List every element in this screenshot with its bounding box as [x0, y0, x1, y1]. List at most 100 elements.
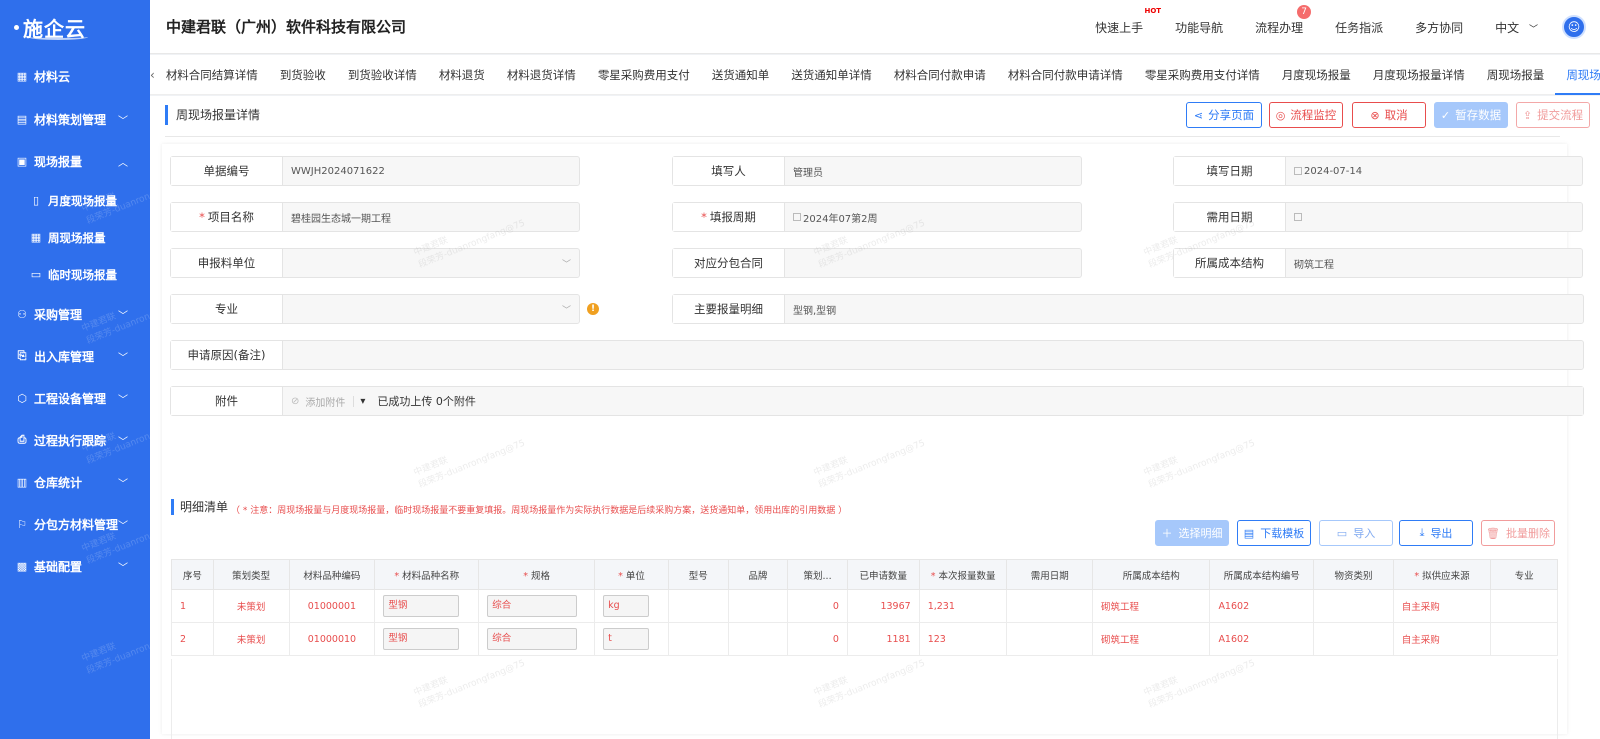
- sidebar-item-site-report[interactable]: ▣ 现场报量 ︿: [0, 140, 150, 182]
- unit-input[interactable]: t: [603, 628, 650, 650]
- sidebar-item-subcontract[interactable]: ⚐ 分包方材料管理 ﹀: [0, 503, 150, 545]
- tab[interactable]: 月度现场报量详情: [1362, 55, 1476, 95]
- cell-date[interactable]: [1006, 589, 1094, 623]
- table-row[interactable]: 2 未策划 01000010 型钢 综合 t 0 1181 123 砌筑工程 A…: [171, 622, 1558, 656]
- period-value: 2024年07第2周: [785, 203, 1081, 231]
- tab[interactable]: 材料退货: [428, 55, 496, 95]
- logo[interactable]: 施企云: [0, 0, 150, 54]
- tab[interactable]: 送货通知单详情: [780, 55, 883, 95]
- sidebar-item-label: 采购管理: [34, 307, 83, 322]
- tab[interactable]: 材料合同付款申请: [883, 55, 997, 95]
- save-draft-button[interactable]: ✓ 暂存数据: [1434, 102, 1508, 128]
- task-link[interactable]: 任务指派: [1335, 19, 1383, 36]
- batch-delete-button[interactable]: 🗑 批量删除: [1481, 520, 1555, 546]
- unit-input[interactable]: kg: [603, 595, 650, 617]
- chevron-down-icon: ﹀: [118, 116, 128, 127]
- sidebar-item-label: 基础配置: [34, 559, 83, 574]
- select-detail-button[interactable]: ＋ 选择明细: [1155, 520, 1229, 546]
- sidebar-item-purchase[interactable]: ⚇ 采购管理 ﹀: [0, 293, 150, 335]
- cell-unit: kg: [594, 589, 669, 623]
- attachment-dropdown-icon[interactable]: ▾: [353, 395, 365, 407]
- import-button[interactable]: ▭ 导入: [1319, 520, 1393, 546]
- cell-plan: 0: [787, 622, 848, 656]
- add-attachment-button[interactable]: 添加附件: [305, 394, 345, 409]
- logo-dot: [14, 24, 19, 30]
- tab-active[interactable]: 周现场报量详情: [1555, 55, 1600, 95]
- sidebar-item-monthly-report[interactable]: ▯ 月度现场报量: [0, 182, 150, 219]
- tab[interactable]: 到货验收: [269, 55, 337, 95]
- download-template-button[interactable]: ▤ 下载模板: [1237, 520, 1311, 546]
- sidebar-item-warehouse[interactable]: ⎘ 出入库管理 ﹀: [0, 335, 150, 377]
- collab-link[interactable]: 多方协同: [1415, 19, 1463, 36]
- export-label: 导出: [1430, 527, 1453, 540]
- sidebar-item-config[interactable]: ▩ 基础配置 ﹀: [0, 545, 150, 587]
- contract-value[interactable]: [785, 249, 1081, 277]
- purchase-icon: ⚇: [17, 307, 27, 321]
- chevron-down-icon: ﹀: [118, 479, 128, 490]
- batch-delete-label: 批量删除: [1505, 527, 1550, 540]
- chevron-down-icon: ﹀: [1528, 24, 1538, 35]
- sidebar-item-label: 过程执行跟踪: [34, 433, 107, 448]
- flow-link[interactable]: 流程办理 7: [1255, 4, 1312, 36]
- export-button[interactable]: ⤓ 导出: [1399, 520, 1473, 546]
- cell-major: [1490, 589, 1558, 623]
- filler-field: 填写人 管理员: [672, 156, 1082, 186]
- cancel-button[interactable]: ⊗ 取消: [1352, 102, 1426, 128]
- spec-input[interactable]: 综合: [487, 628, 578, 650]
- share-button[interactable]: ⋖ 分享页面: [1186, 102, 1262, 128]
- tab-bar: ‹ 材料合同结算详情 到货验收 到货验收详情 材料退货 材料退货详情 零星采购费…: [150, 55, 1600, 95]
- sidebar-item-stats[interactable]: ▥ 仓库统计 ﹀: [0, 461, 150, 503]
- tab[interactable]: 材料合同付款申请详情: [997, 55, 1134, 95]
- sidebar-item-material-plan[interactable]: ▤ 材料策划管理 ﹀: [0, 98, 150, 140]
- reason-textarea[interactable]: [283, 341, 1583, 369]
- tab[interactable]: 零星采购费用支付详情: [1134, 55, 1271, 95]
- cell-qty[interactable]: 1,231: [918, 589, 1008, 623]
- sidebar-item-equipment[interactable]: ⬡ 工程设备管理 ﹀: [0, 377, 150, 419]
- doc-no-field: 单据编号 WWJH2024071622: [170, 156, 580, 186]
- sidebar: 施企云 ▦ 材料云 ▤ 材料策划管理 ﹀ ▣ 现场报量 ︿ ▯ 月度现场报量 ▦…: [0, 0, 195, 739]
- select-label: 选择明细: [1178, 527, 1223, 540]
- sidebar-item-label: 材料云: [34, 69, 71, 84]
- cell-date[interactable]: [1006, 622, 1094, 656]
- name-input[interactable]: 型钢: [383, 628, 460, 650]
- warning-icon[interactable]: !: [587, 303, 599, 315]
- temp-icon: ▭: [30, 268, 42, 281]
- tab[interactable]: 到货验收详情: [337, 55, 428, 95]
- name-input[interactable]: 型钢: [383, 595, 460, 617]
- unit-select[interactable]: ﹀: [283, 249, 579, 277]
- sidebar-item-label: 分包方材料管理: [34, 517, 119, 532]
- need-date-value[interactable]: [1286, 203, 1582, 231]
- sidebar-nav: ▦ 材料云 ▤ 材料策划管理 ﹀ ▣ 现场报量 ︿ ▯ 月度现场报量 ▦ 周现场…: [0, 54, 150, 587]
- tab[interactable]: 月度现场报量: [1271, 55, 1362, 95]
- hot-badge: HOT: [1144, 6, 1162, 15]
- major-select[interactable]: ﹀: [283, 295, 579, 323]
- function-nav-link[interactable]: 功能导航: [1175, 19, 1223, 36]
- monitor-button[interactable]: ◎ 流程监控: [1269, 102, 1343, 128]
- sidebar-item-material-cloud[interactable]: ▦ 材料云: [0, 54, 150, 98]
- tab[interactable]: 材料合同结算详情: [155, 55, 269, 95]
- tab[interactable]: 周现场报量: [1476, 55, 1556, 95]
- plus-icon: ＋: [1161, 527, 1173, 540]
- watermark: 中建君联 段荣芳-duanrongfang@75: [812, 438, 927, 491]
- tab[interactable]: 材料退货详情: [496, 55, 587, 95]
- quick-start-link[interactable]: 快速上手 HOT: [1095, 7, 1161, 36]
- field-label: 对应分包合同: [673, 249, 785, 277]
- submit-flow-button[interactable]: ⇪ 提交流程: [1516, 102, 1590, 128]
- sidebar-item-label: 仓库统计: [34, 475, 83, 490]
- chevron-down-icon: ﹀: [118, 521, 128, 532]
- trash-icon: 🗑: [1486, 526, 1500, 540]
- table-row[interactable]: 1 未策划 01000001 型钢 综合 kg 0 13967 1,231 砌筑…: [171, 589, 1558, 623]
- sidebar-item-tracking[interactable]: ⎙ 过程执行跟踪 ﹀: [0, 419, 150, 461]
- cell-code: 01000010: [288, 622, 376, 656]
- avatar[interactable]: ☺: [1562, 15, 1586, 39]
- sidebar-item-weekly-report[interactable]: ▦ 周现场报量: [0, 219, 150, 256]
- language-select[interactable]: 中文 ﹀: [1495, 19, 1538, 36]
- sidebar-item-temp-report[interactable]: ▭ 临时现场报量: [0, 256, 150, 293]
- save-label: 暂存数据: [1455, 108, 1502, 122]
- cell-qty[interactable]: 123: [918, 622, 1008, 656]
- tab[interactable]: 送货通知单: [701, 55, 781, 95]
- spec-input[interactable]: 综合: [487, 595, 578, 617]
- tab[interactable]: 零星采购费用支付: [587, 55, 701, 95]
- chevron-down-icon: ﹀: [118, 395, 128, 406]
- paperclip-icon: ⊘: [291, 395, 300, 407]
